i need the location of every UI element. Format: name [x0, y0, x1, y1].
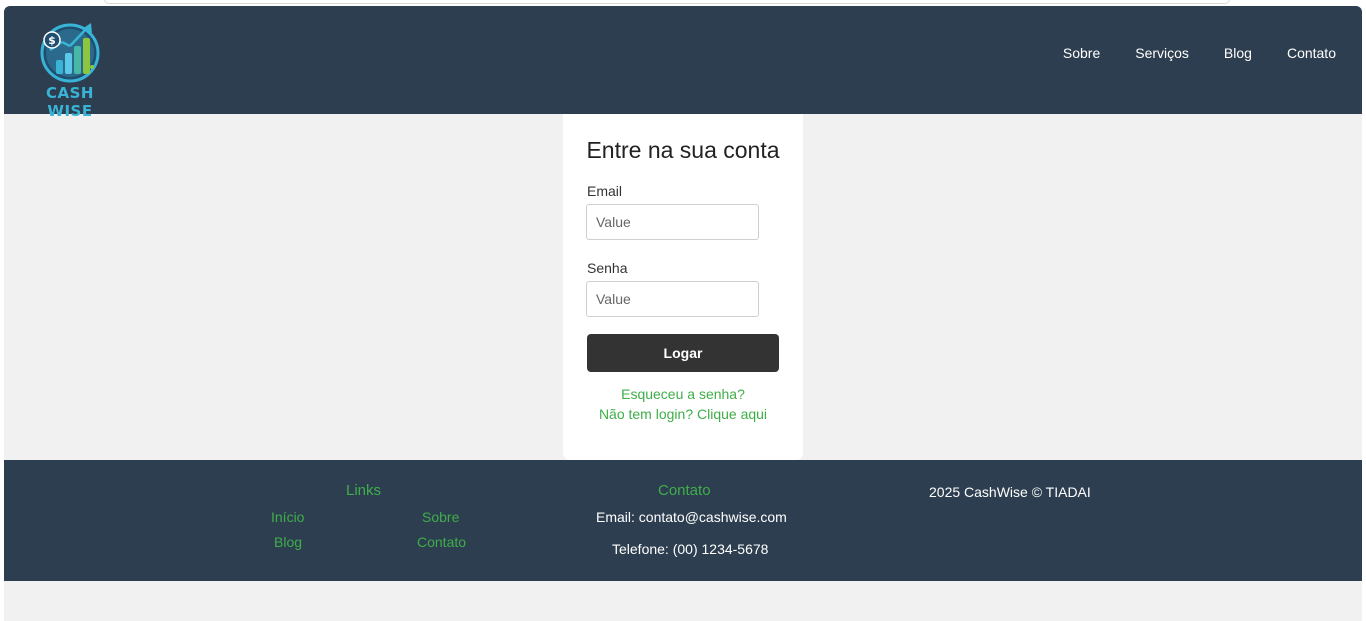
brand-name: CASH WISE [46, 84, 94, 120]
password-field[interactable] [586, 281, 759, 317]
login-title: Entre na sua conta [586, 137, 780, 163]
main-nav: Sobre Serviços Blog Contato [1063, 45, 1336, 61]
login-card: Entre na sua conta Email Senha Logar Esq… [563, 114, 803, 460]
nav-sobre[interactable]: Sobre [1063, 45, 1100, 61]
footer-copyright: 2025 CashWise © TIADAI [929, 484, 1091, 500]
page: $ CASH WISE Sobre Serviços Blog Contato … [4, 6, 1362, 621]
nav-contato[interactable]: Contato [1287, 45, 1336, 61]
register-link[interactable]: Não tem login? Clique aqui [563, 406, 803, 422]
coin-stacks-growth-chart-icon: $ [40, 23, 100, 83]
forgot-password-link[interactable]: Esqueceu a senha? [563, 386, 803, 402]
email-field[interactable] [586, 204, 759, 240]
password-label: Senha [587, 260, 628, 276]
login-button[interactable]: Logar [587, 334, 779, 372]
nav-blog[interactable]: Blog [1224, 45, 1252, 61]
site-header: $ CASH WISE Sobre Serviços Blog Contato [4, 6, 1362, 120]
nav-servicos[interactable]: Serviços [1135, 45, 1189, 61]
footer-contact-heading: Contato [658, 482, 711, 499]
browser-top-edge [104, 0, 1230, 4]
footer-email: Email: contato@cashwise.com [596, 509, 787, 525]
svg-text:$: $ [48, 34, 56, 47]
brand-logo[interactable]: $ CASH WISE [22, 20, 118, 120]
footer-link-contato[interactable]: Contato [417, 534, 466, 550]
email-label: Email [587, 183, 623, 199]
footer-link-inicio[interactable]: Início [271, 509, 304, 525]
footer-link-blog[interactable]: Blog [274, 534, 302, 550]
site-footer: Links Início Sobre Blog Contato Contato … [4, 460, 1362, 581]
footer-links-heading: Links [346, 482, 382, 499]
footer-phone: Telefone: (00) 1234-5678 [612, 541, 769, 557]
footer-link-sobre[interactable]: Sobre [422, 509, 459, 525]
